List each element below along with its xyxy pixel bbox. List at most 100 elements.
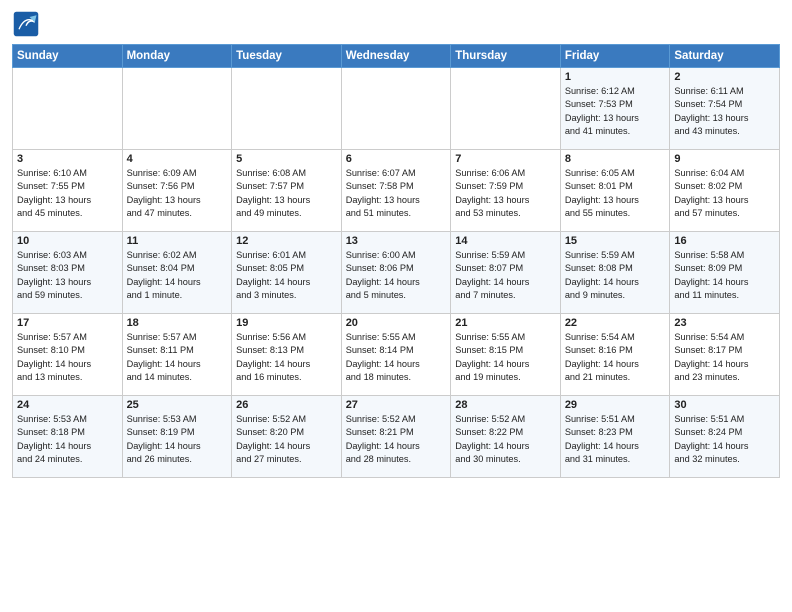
day-number: 17 — [17, 317, 118, 329]
calendar-cell: 19 Sunrise: 5:56 AM Sunset: 8:13 PM Dayli… — [232, 314, 342, 396]
calendar-cell: 11 Sunrise: 6:02 AM Sunset: 8:04 PM Dayli… — [122, 232, 232, 314]
day-info: Sunrise: 6:11 AM Sunset: 7:54 PM Dayligh… — [674, 85, 775, 138]
day-number: 18 — [127, 317, 228, 329]
calendar-cell — [341, 68, 451, 150]
weekday-header: Friday — [560, 45, 670, 68]
calendar-cell: 12 Sunrise: 6:01 AM Sunset: 8:05 PM Dayli… — [232, 232, 342, 314]
calendar-cell — [451, 68, 561, 150]
calendar-cell: 29 Sunrise: 5:51 AM Sunset: 8:23 PM Dayli… — [560, 396, 670, 478]
calendar-cell: 17 Sunrise: 5:57 AM Sunset: 8:10 PM Dayli… — [13, 314, 123, 396]
day-info: Sunrise: 6:02 AM Sunset: 8:04 PM Dayligh… — [127, 249, 228, 302]
day-number: 14 — [455, 235, 556, 247]
calendar-cell: 25 Sunrise: 5:53 AM Sunset: 8:19 PM Dayli… — [122, 396, 232, 478]
calendar-cell: 26Sunrise: 5:52 AM Sunset: 8:20 PM Dayli… — [232, 396, 342, 478]
day-number: 29 — [565, 399, 666, 411]
calendar-cell: 23 Sunrise: 5:54 AM Sunset: 8:17 PM Dayli… — [670, 314, 780, 396]
day-number: 10 — [17, 235, 118, 247]
day-info: Sunrise: 6:08 AM Sunset: 7:57 PM Dayligh… — [236, 167, 337, 220]
day-info: Sunrise: 5:51 AM Sunset: 8:24 PM Dayligh… — [674, 413, 775, 466]
day-number: 12 — [236, 235, 337, 247]
calendar-cell: 14 Sunrise: 5:59 AM Sunset: 8:07 PM Dayli… — [451, 232, 561, 314]
day-number: 24 — [17, 399, 118, 411]
day-number: 20 — [346, 317, 447, 329]
calendar-cell: 4 Sunrise: 6:09 AM Sunset: 7:56 PM Daylig… — [122, 150, 232, 232]
day-info: Sunrise: 6:00 AM Sunset: 8:06 PM Dayligh… — [346, 249, 447, 302]
calendar-cell: 28Sunrise: 5:52 AM Sunset: 8:22 PM Dayli… — [451, 396, 561, 478]
day-number: 15 — [565, 235, 666, 247]
calendar-table: SundayMondayTuesdayWednesdayThursdayFrid… — [12, 44, 780, 478]
day-number: 5 — [236, 153, 337, 165]
weekday-header: Wednesday — [341, 45, 451, 68]
calendar-cell: 22 Sunrise: 5:54 AM Sunset: 8:16 PM Dayli… — [560, 314, 670, 396]
day-number: 21 — [455, 317, 556, 329]
day-info: Sunrise: 6:07 AM Sunset: 7:58 PM Dayligh… — [346, 167, 447, 220]
day-number: 13 — [346, 235, 447, 247]
day-number: 23 — [674, 317, 775, 329]
calendar-cell: 3 Sunrise: 6:10 AM Sunset: 7:55 PM Daylig… — [13, 150, 123, 232]
day-info: Sunrise: 5:54 AM Sunset: 8:16 PM Dayligh… — [565, 331, 666, 384]
weekday-header: Tuesday — [232, 45, 342, 68]
day-info: Sunrise: 5:57 AM Sunset: 8:11 PM Dayligh… — [127, 331, 228, 384]
day-number: 28 — [455, 399, 556, 411]
day-info: Sunrise: 6:05 AM Sunset: 8:01 PM Dayligh… — [565, 167, 666, 220]
calendar-cell: 16Sunrise: 5:58 AM Sunset: 8:09 PM Dayli… — [670, 232, 780, 314]
calendar-cell: 15 Sunrise: 5:59 AM Sunset: 8:08 PM Dayli… — [560, 232, 670, 314]
day-info: Sunrise: 5:53 AM Sunset: 8:19 PM Dayligh… — [127, 413, 228, 466]
calendar-cell: 27 Sunrise: 5:52 AM Sunset: 8:21 PM Dayli… — [341, 396, 451, 478]
calendar-cell: 18 Sunrise: 5:57 AM Sunset: 8:11 PM Dayli… — [122, 314, 232, 396]
day-number: 4 — [127, 153, 228, 165]
weekday-header: Monday — [122, 45, 232, 68]
calendar-cell — [122, 68, 232, 150]
calendar-week-row: 3 Sunrise: 6:10 AM Sunset: 7:55 PM Daylig… — [13, 150, 780, 232]
day-info: Sunrise: 5:56 AM Sunset: 8:13 PM Dayligh… — [236, 331, 337, 384]
weekday-header: Saturday — [670, 45, 780, 68]
calendar-cell: 5 Sunrise: 6:08 AM Sunset: 7:57 PM Daylig… — [232, 150, 342, 232]
day-number: 22 — [565, 317, 666, 329]
day-number: 26 — [236, 399, 337, 411]
calendar-cell: 6 Sunrise: 6:07 AM Sunset: 7:58 PM Daylig… — [341, 150, 451, 232]
calendar-week-row: 1 Sunrise: 6:12 AM Sunset: 7:53 PM Daylig… — [13, 68, 780, 150]
day-info: Sunrise: 5:57 AM Sunset: 8:10 PM Dayligh… — [17, 331, 118, 384]
calendar-week-row: 17 Sunrise: 5:57 AM Sunset: 8:10 PM Dayli… — [13, 314, 780, 396]
day-number: 30 — [674, 399, 775, 411]
day-number: 1 — [565, 71, 666, 83]
calendar-cell: 8Sunrise: 6:05 AM Sunset: 8:01 PM Daylig… — [560, 150, 670, 232]
day-info: Sunrise: 5:55 AM Sunset: 8:15 PM Dayligh… — [455, 331, 556, 384]
day-info: Sunrise: 6:04 AM Sunset: 8:02 PM Dayligh… — [674, 167, 775, 220]
calendar-cell: 10 Sunrise: 6:03 AM Sunset: 8:03 PM Dayli… — [13, 232, 123, 314]
day-number: 7 — [455, 153, 556, 165]
day-info: Sunrise: 5:54 AM Sunset: 8:17 PM Dayligh… — [674, 331, 775, 384]
calendar-cell: 1 Sunrise: 6:12 AM Sunset: 7:53 PM Daylig… — [560, 68, 670, 150]
day-info: Sunrise: 5:55 AM Sunset: 8:14 PM Dayligh… — [346, 331, 447, 384]
day-info: Sunrise: 5:52 AM Sunset: 8:21 PM Dayligh… — [346, 413, 447, 466]
day-info: Sunrise: 5:51 AM Sunset: 8:23 PM Dayligh… — [565, 413, 666, 466]
day-info: Sunrise: 5:59 AM Sunset: 8:08 PM Dayligh… — [565, 249, 666, 302]
day-info: Sunrise: 6:12 AM Sunset: 7:53 PM Dayligh… — [565, 85, 666, 138]
day-info: Sunrise: 6:10 AM Sunset: 7:55 PM Dayligh… — [17, 167, 118, 220]
day-number: 2 — [674, 71, 775, 83]
day-number: 6 — [346, 153, 447, 165]
calendar-cell: 2 Sunrise: 6:11 AM Sunset: 7:54 PM Daylig… — [670, 68, 780, 150]
page: SundayMondayTuesdayWednesdayThursdayFrid… — [0, 0, 792, 612]
day-info: Sunrise: 5:53 AM Sunset: 8:18 PM Dayligh… — [17, 413, 118, 466]
day-info: Sunrise: 6:01 AM Sunset: 8:05 PM Dayligh… — [236, 249, 337, 302]
calendar-cell: 30 Sunrise: 5:51 AM Sunset: 8:24 PM Dayli… — [670, 396, 780, 478]
calendar-cell — [232, 68, 342, 150]
calendar-cell — [13, 68, 123, 150]
day-info: Sunrise: 6:03 AM Sunset: 8:03 PM Dayligh… — [17, 249, 118, 302]
day-number: 27 — [346, 399, 447, 411]
day-number: 25 — [127, 399, 228, 411]
calendar-cell: 20 Sunrise: 5:55 AM Sunset: 8:14 PM Dayli… — [341, 314, 451, 396]
calendar-cell: 9 Sunrise: 6:04 AM Sunset: 8:02 PM Daylig… — [670, 150, 780, 232]
calendar-week-row: 10 Sunrise: 6:03 AM Sunset: 8:03 PM Dayli… — [13, 232, 780, 314]
weekday-header: Thursday — [451, 45, 561, 68]
day-number: 16 — [674, 235, 775, 247]
calendar-cell: 24 Sunrise: 5:53 AM Sunset: 8:18 PM Dayli… — [13, 396, 123, 478]
day-info: Sunrise: 6:09 AM Sunset: 7:56 PM Dayligh… — [127, 167, 228, 220]
weekday-header: Sunday — [13, 45, 123, 68]
day-number: 9 — [674, 153, 775, 165]
day-info: Sunrise: 5:59 AM Sunset: 8:07 PM Dayligh… — [455, 249, 556, 302]
day-number: 3 — [17, 153, 118, 165]
day-number: 19 — [236, 317, 337, 329]
day-number: 11 — [127, 235, 228, 247]
